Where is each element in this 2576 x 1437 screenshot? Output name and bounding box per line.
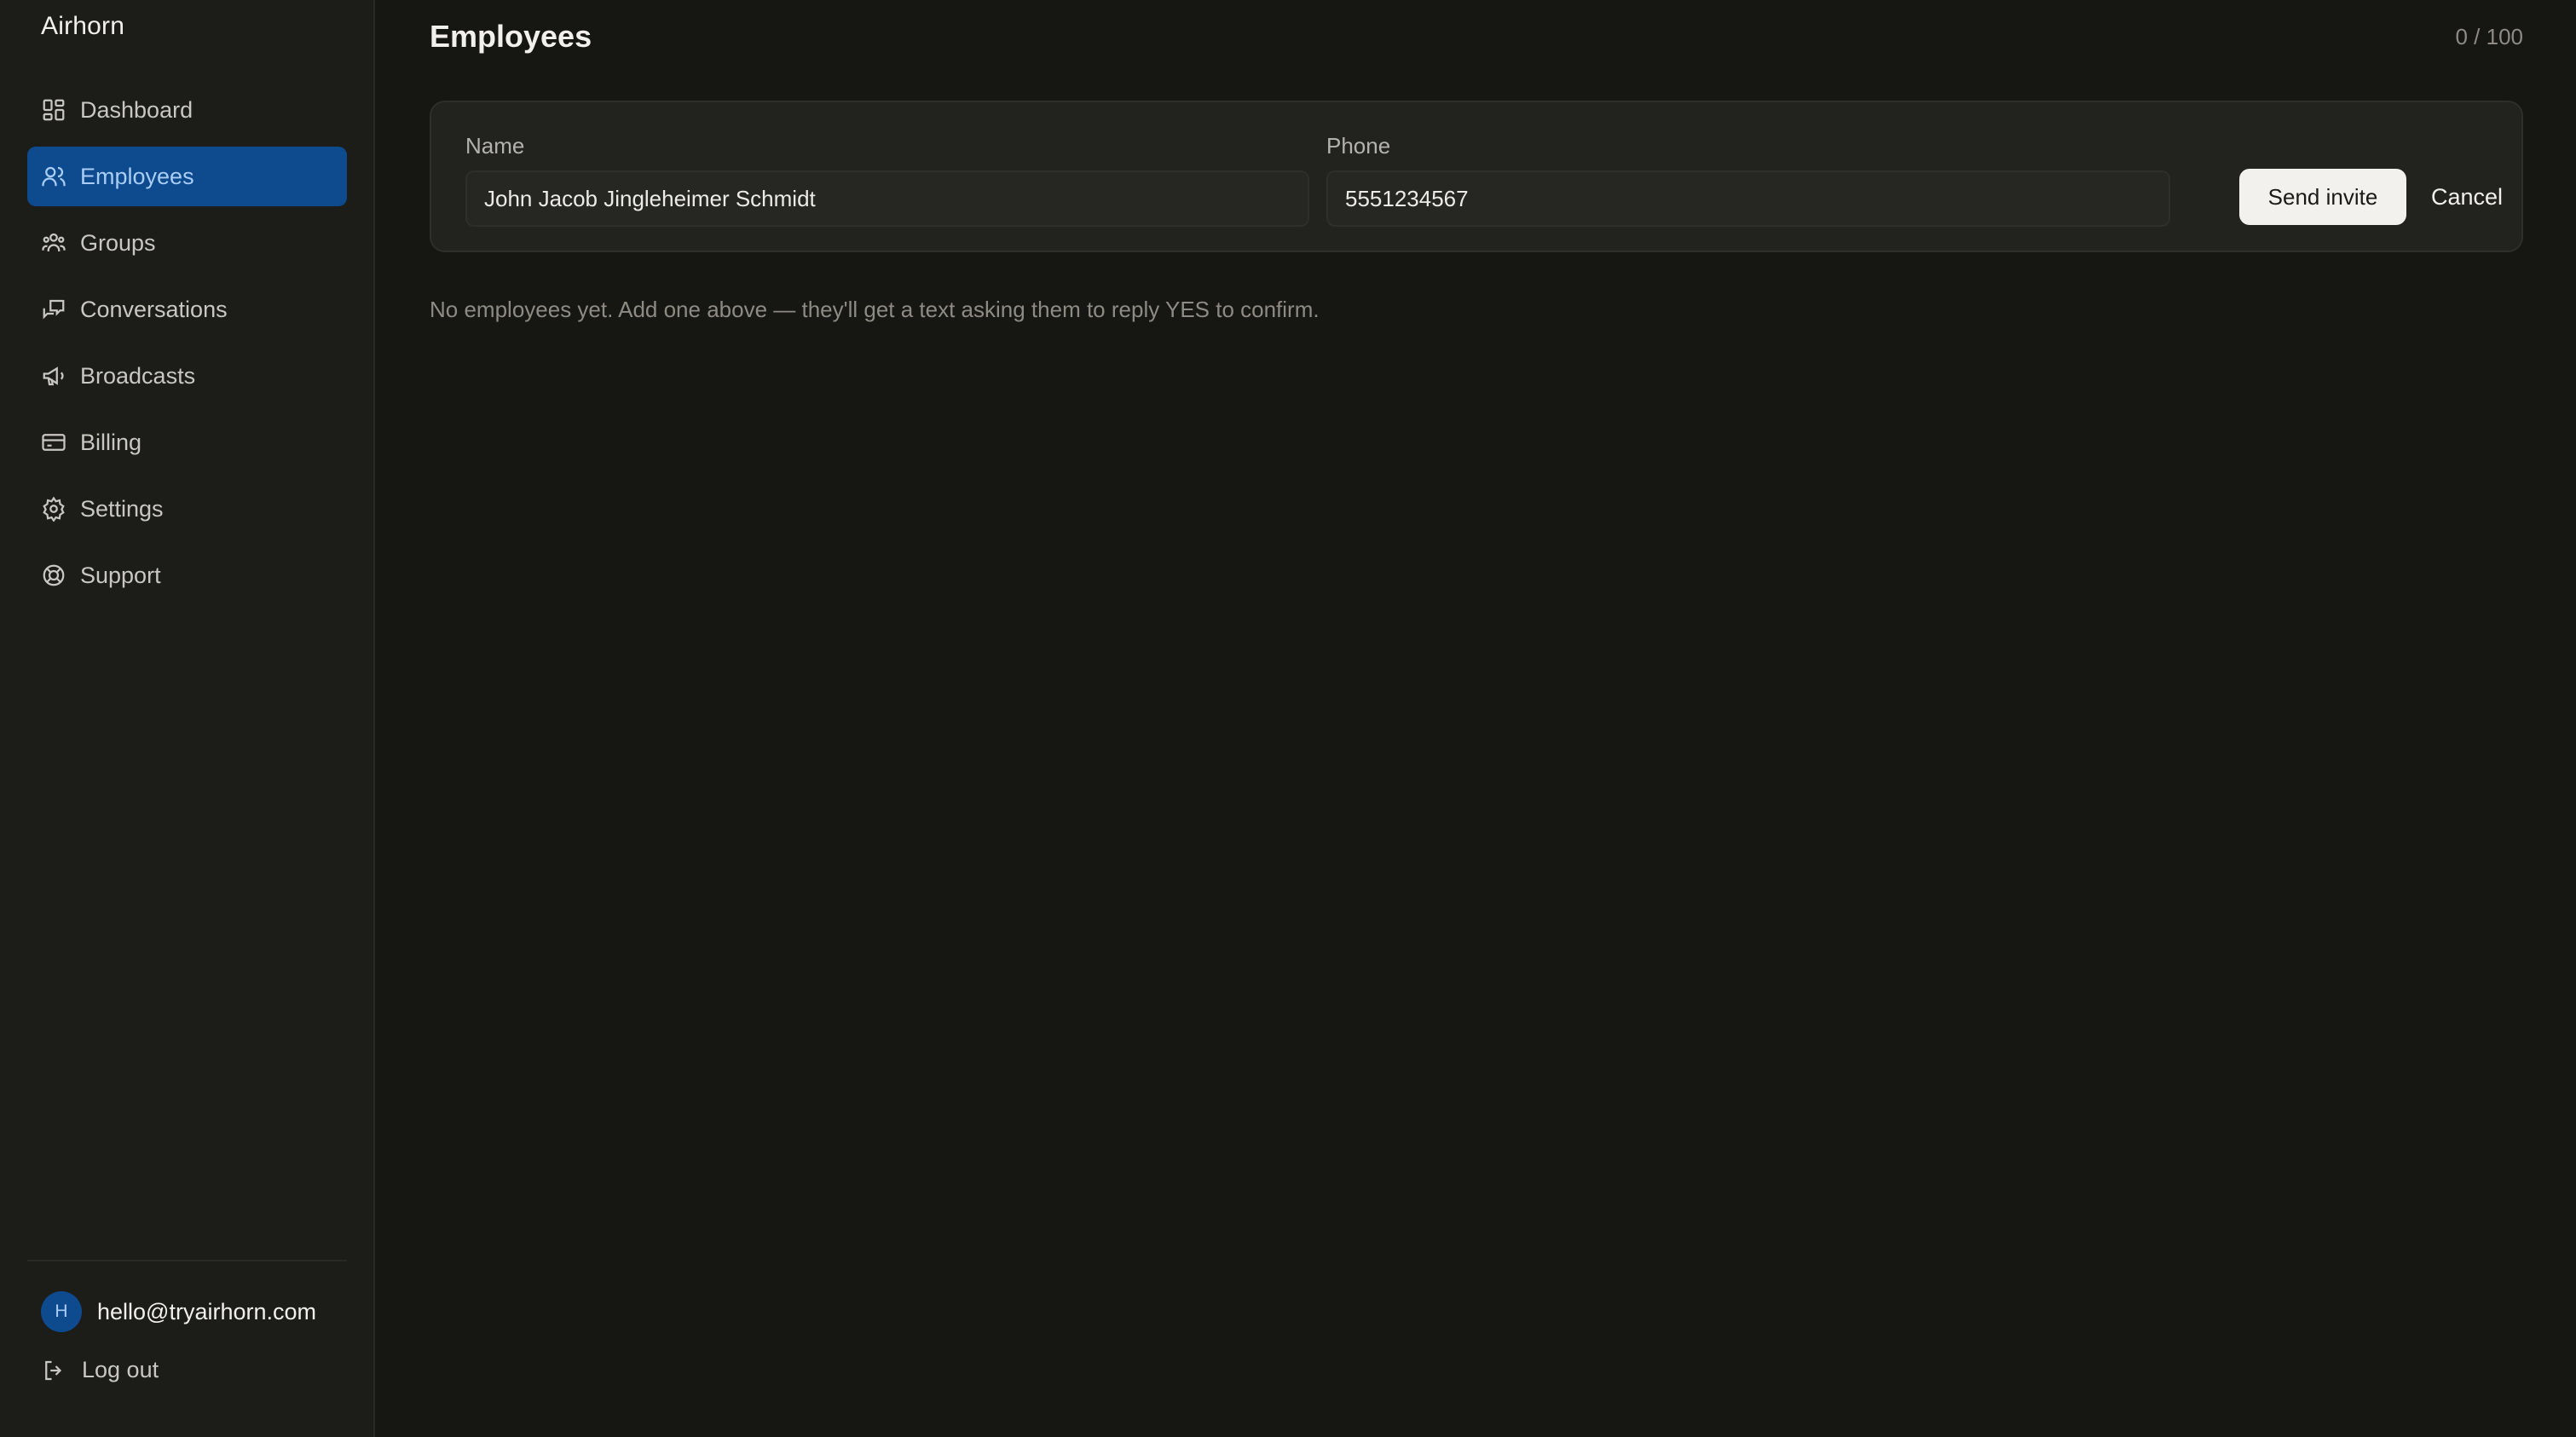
sidebar-item-groups[interactable]: Groups	[27, 213, 347, 273]
sidebar-item-broadcasts[interactable]: Broadcasts	[27, 346, 347, 406]
sidebar-item-settings[interactable]: Settings	[27, 479, 347, 539]
lifebuoy-icon	[41, 563, 66, 588]
sidebar-nav: Dashboard Employees Groups Conversations	[27, 80, 347, 612]
megaphone-icon	[41, 363, 66, 389]
groups-icon	[41, 230, 66, 256]
account-email: hello@tryairhorn.com	[97, 1298, 317, 1324]
conversations-icon	[41, 297, 66, 322]
brand-logo: Airhorn	[41, 12, 125, 40]
sidebar-divider	[27, 1260, 347, 1261]
employee-count: 0 / 100	[2455, 24, 2523, 49]
sidebar-item-conversations[interactable]: Conversations	[27, 280, 347, 339]
sidebar-item-label: Dashboard	[80, 96, 193, 123]
account-info[interactable]: H hello@tryairhorn.com	[41, 1291, 316, 1332]
empty-state-message: No employees yet. Add one above — they'l…	[430, 297, 1320, 322]
phone-field[interactable]	[1326, 170, 2170, 227]
sidebar-item-employees[interactable]: Employees	[27, 147, 347, 206]
sidebar-item-dashboard[interactable]: Dashboard	[27, 80, 347, 140]
name-label: Name	[465, 133, 525, 159]
sidebar-item-label: Billing	[80, 429, 142, 455]
app-root: Airhorn Dashboard Employees Groups Conve…	[0, 0, 2576, 1437]
sidebar: Airhorn Dashboard Employees Groups Conve…	[0, 0, 375, 1437]
avatar: H	[41, 1291, 82, 1332]
sidebar-item-label: Broadcasts	[80, 362, 196, 389]
sidebar-item-label: Settings	[80, 495, 164, 522]
sidebar-item-label: Support	[80, 562, 161, 588]
sidebar-item-label: Groups	[80, 229, 156, 256]
name-field[interactable]	[465, 170, 1309, 227]
cancel-button[interactable]: Cancel	[2417, 169, 2516, 225]
sidebar-item-label: Employees	[80, 163, 194, 189]
phone-label: Phone	[1326, 133, 1391, 159]
sidebar-item-label: Conversations	[80, 296, 228, 322]
logout-button[interactable]: Log out	[41, 1357, 159, 1383]
credit-card-icon	[41, 430, 66, 455]
gear-icon	[41, 496, 66, 522]
send-invite-button[interactable]: Send invite	[2239, 169, 2406, 225]
logout-icon	[41, 1358, 66, 1383]
main-content: Employees 0 / 100 Name Phone Send invite…	[376, 0, 2576, 1437]
logout-label: Log out	[82, 1357, 159, 1382]
sidebar-item-support[interactable]: Support	[27, 545, 347, 605]
dashboard-icon	[41, 97, 66, 123]
users-icon	[41, 164, 66, 189]
page-title: Employees	[430, 19, 592, 54]
sidebar-item-billing[interactable]: Billing	[27, 413, 347, 472]
add-employee-form: Name Phone Send invite Cancel	[430, 101, 2523, 252]
